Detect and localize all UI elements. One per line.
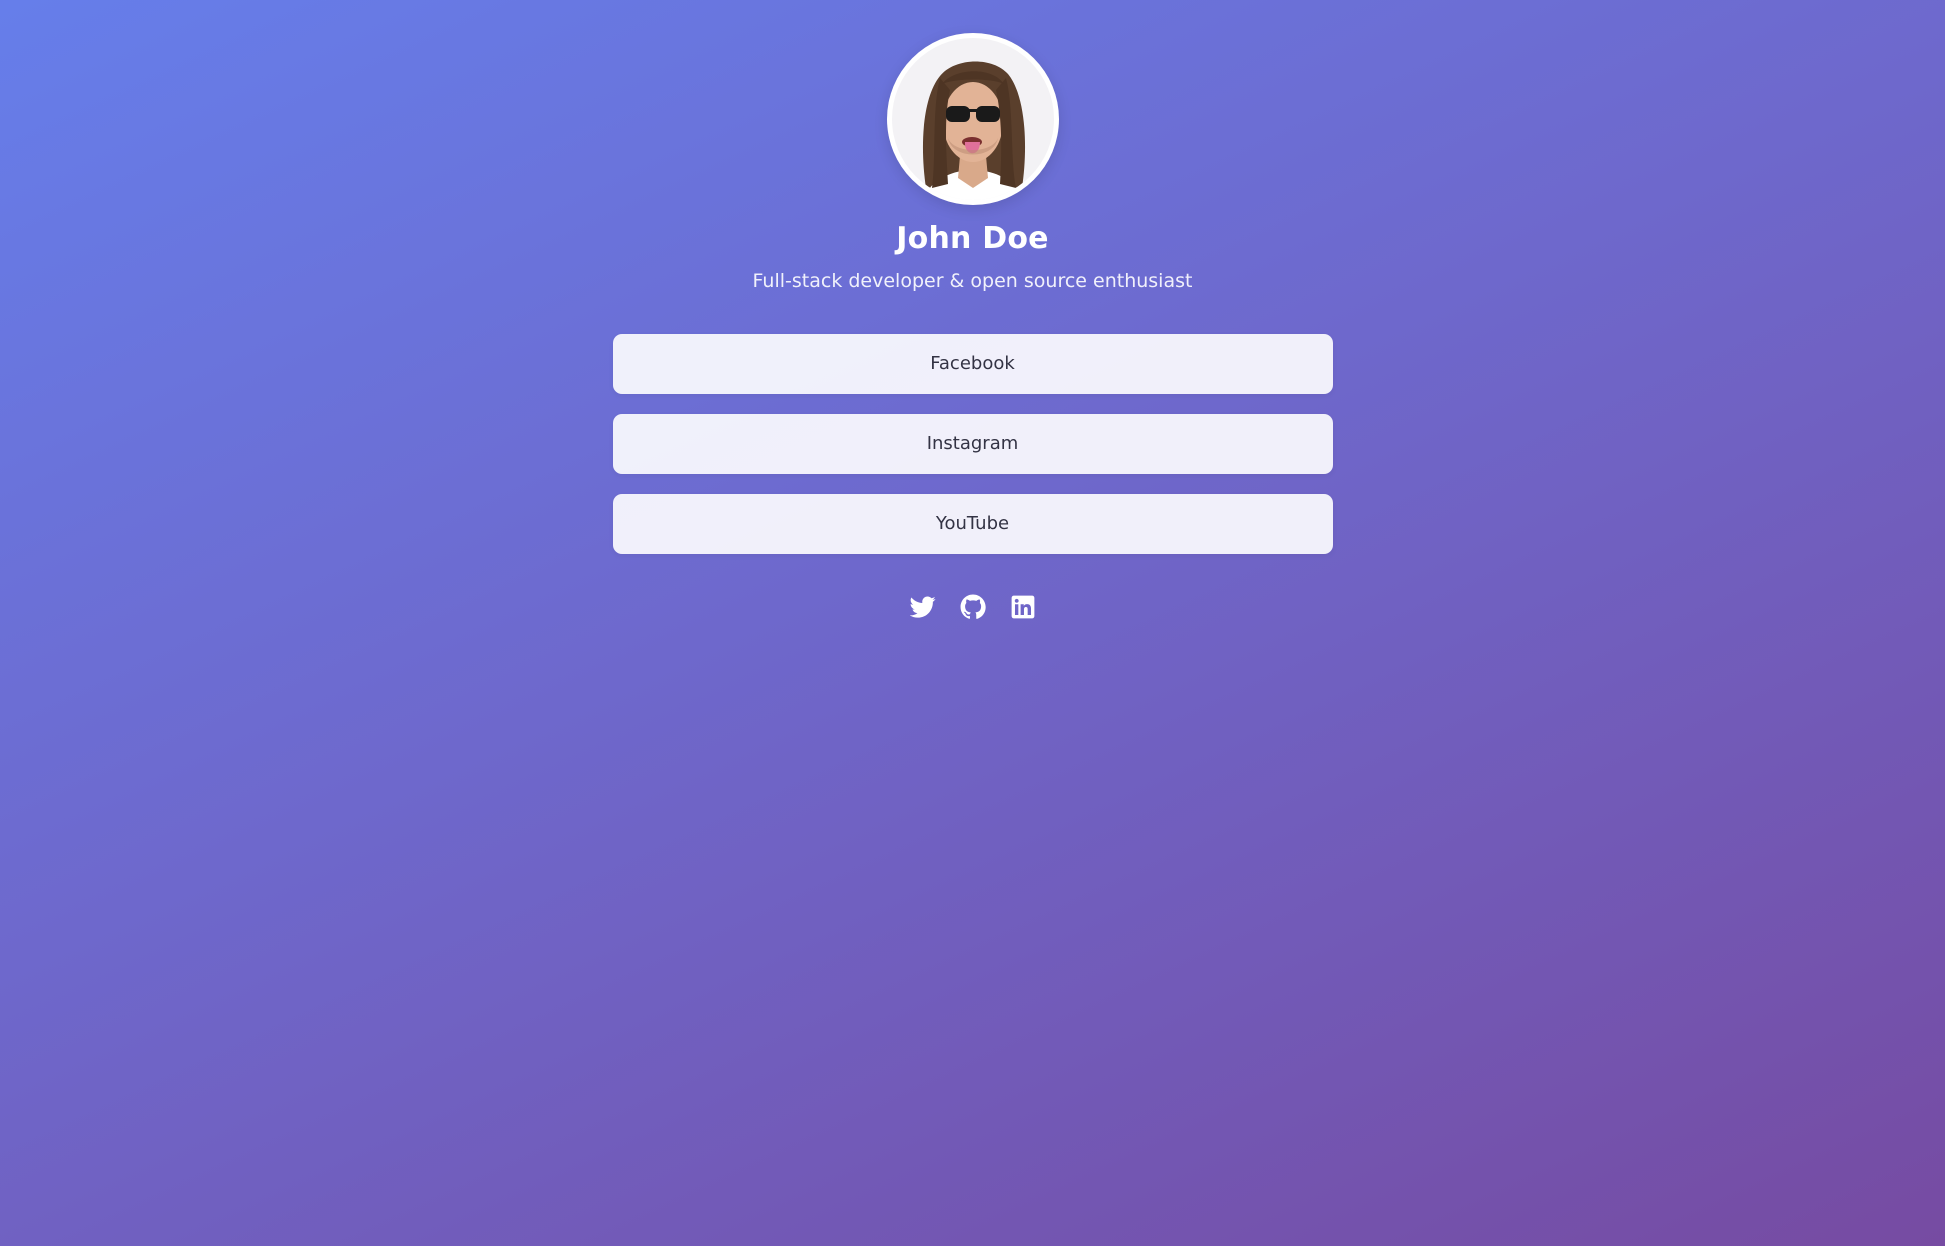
profile-card: John Doe Full-stack developer & open sou… <box>0 0 1945 620</box>
instagram-link-button[interactable]: Instagram <box>612 413 1333 474</box>
link-list: Facebook Instagram YouTube <box>612 333 1333 554</box>
profile-bio: Full-stack developer & open source enthu… <box>752 270 1193 292</box>
profile-name: John Doe <box>896 221 1049 256</box>
social-icons <box>909 594 1036 620</box>
linkedin-icon[interactable] <box>1010 594 1036 620</box>
avatar <box>886 33 1059 205</box>
youtube-link-button[interactable]: YouTube <box>612 493 1333 554</box>
twitter-icon[interactable] <box>909 594 936 620</box>
avatar-photo <box>891 38 1054 200</box>
github-icon[interactable] <box>960 594 986 620</box>
facebook-link-button[interactable]: Facebook <box>612 333 1333 394</box>
